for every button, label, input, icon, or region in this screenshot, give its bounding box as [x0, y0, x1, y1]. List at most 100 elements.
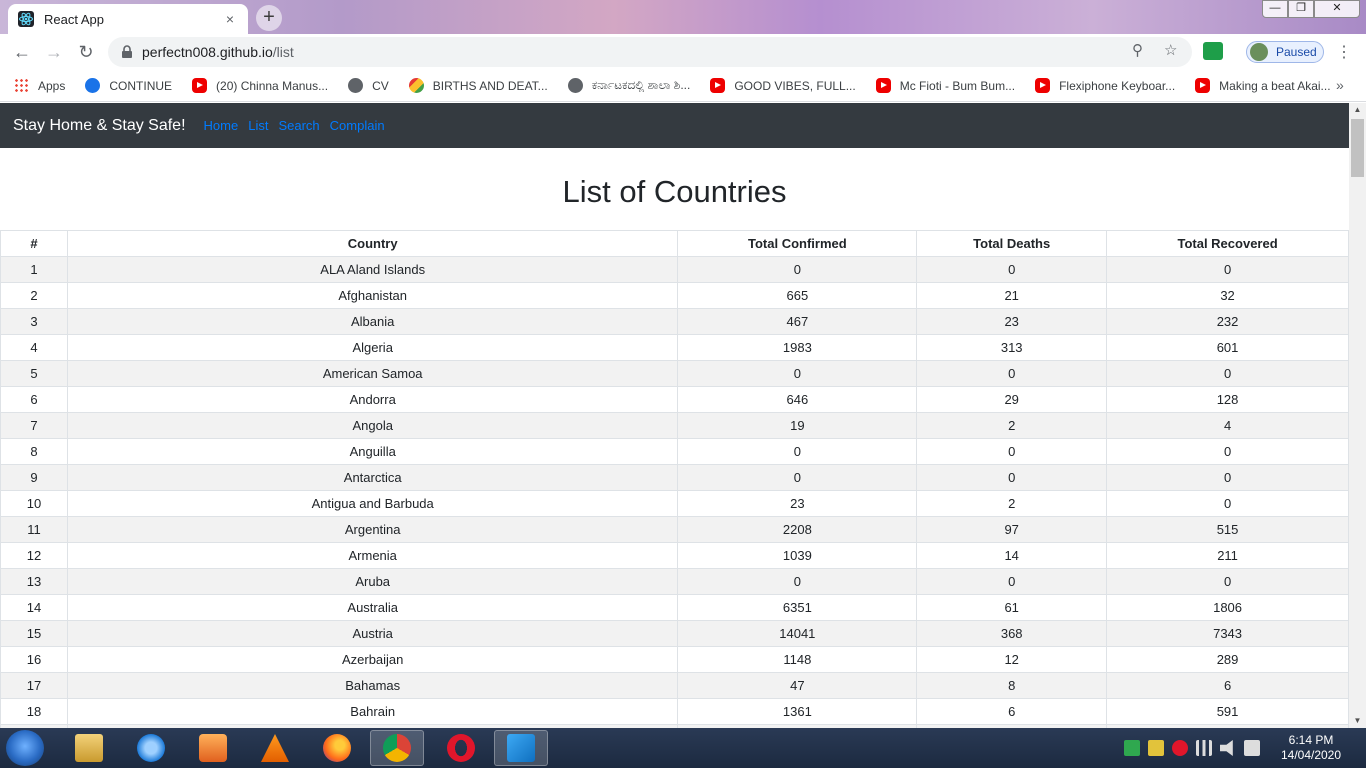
scroll-down-icon[interactable]: ▼: [1349, 714, 1366, 728]
row-index-cell: 4: [0, 334, 68, 361]
profile-button[interactable]: Paused: [1246, 41, 1324, 63]
browser-tab[interactable]: React App ×: [8, 4, 248, 34]
taskbar-app-active[interactable]: [370, 730, 424, 766]
file-explorer-icon: [75, 734, 103, 762]
start-button[interactable]: [6, 730, 44, 766]
bookmark-label: CONTINUE: [109, 78, 173, 93]
forward-arrow-icon[interactable]: →: [42, 40, 66, 64]
opera-icon: [447, 734, 475, 762]
country-name-cell: Angola: [66, 412, 679, 439]
youtube-icon: [1035, 78, 1051, 93]
react-icon: [18, 11, 34, 27]
volume-icon[interactable]: [1220, 740, 1233, 756]
bookmark-label: Mc Fioti - Bum Bum...: [899, 78, 1016, 93]
total-deaths-cell: 368: [916, 620, 1108, 647]
row-index-cell: 15: [0, 620, 68, 647]
close-tab-icon[interactable]: ×: [222, 11, 238, 27]
address-bar[interactable]: perfectn008.github.io/list: [108, 37, 1192, 67]
taskbar-app[interactable]: [186, 730, 240, 766]
action-center-icon[interactable]: [1244, 740, 1260, 756]
row-index-cell: 11: [0, 516, 68, 543]
country-name-cell: Antigua and Barbuda: [66, 490, 679, 517]
extension-icon[interactable]: [1203, 42, 1223, 60]
table-row: 7 Angola 19 2 4: [0, 412, 1349, 439]
taskbar-app[interactable]: [248, 730, 302, 766]
bookmark-item[interactable]: Flexiphone Keyboar...: [1035, 78, 1175, 93]
close-window-button[interactable]: ✕: [1314, 0, 1360, 18]
country-name-cell: Anguilla: [66, 438, 679, 465]
column-header-total-confirmed: Total Confirmed: [677, 230, 918, 257]
total-confirmed-cell: 0: [677, 256, 918, 283]
row-index-cell: 9: [0, 464, 68, 491]
bookmark-item[interactable]: Mc Fioti - Bum Bum...: [875, 78, 1016, 93]
bookmark-label: ಕರ್ನಾಟಕದಲ್ಲಿ ಶಾಲಾ ಶಿ...: [591, 78, 691, 92]
opera-tray-icon[interactable]: [1172, 740, 1188, 756]
row-index-cell: 6: [0, 386, 68, 413]
new-tab-button[interactable]: +: [256, 5, 282, 31]
network-signal-icon[interactable]: [1196, 740, 1212, 756]
back-arrow-icon[interactable]: ←: [10, 40, 34, 64]
youtube-icon: [192, 78, 208, 93]
total-deaths-cell: 6: [916, 698, 1108, 725]
bookmarks-bar: Apps CONTINUE (20) Chinna Manus... CV BI…: [0, 70, 1366, 102]
table-row: 16 Azerbaijan 1148 12 289: [0, 646, 1349, 673]
bookmark-star-icon[interactable]: ☆: [1164, 41, 1177, 59]
countries-table: # Country Total Confirmed Total Deaths T…: [0, 230, 1349, 728]
total-confirmed-cell: 0: [677, 360, 918, 387]
nav-link-list[interactable]: List: [248, 118, 268, 133]
taskbar-clock[interactable]: 6:14 PM 14/04/2020: [1276, 733, 1346, 763]
row-index-cell: 10: [0, 490, 68, 517]
minimize-window-button[interactable]: —: [1262, 0, 1288, 18]
system-tray: [1124, 740, 1268, 756]
total-deaths-cell: 21: [916, 282, 1108, 309]
bookmark-label: BIRTHS AND DEAT...: [432, 78, 548, 93]
table-row: 2 Afghanistan 665 21 32: [0, 282, 1349, 309]
bookmark-item[interactable]: (20) Chinna Manus...: [192, 78, 328, 93]
total-confirmed-cell: 6351: [677, 594, 918, 621]
more-bookmarks-icon[interactable]: »: [1336, 77, 1344, 93]
table-row: 10 Antigua and Barbuda 23 2 0: [0, 490, 1349, 517]
table-header-row: # Country Total Confirmed Total Deaths T…: [0, 230, 1349, 257]
table-row: 4 Algeria 1983 313 601: [0, 334, 1349, 361]
taskbar-app[interactable]: [434, 730, 488, 766]
reload-icon[interactable]: ↻: [74, 40, 98, 64]
taskbar-app[interactable]: [124, 730, 178, 766]
country-name-cell: Bahamas: [66, 672, 679, 699]
total-recovered-cell: 289: [1106, 646, 1349, 673]
total-confirmed-cell: 47: [677, 672, 918, 699]
internet-explorer-icon: [137, 734, 165, 762]
youtube-icon: [875, 78, 891, 93]
lock-icon: [122, 45, 132, 58]
scroll-up-icon[interactable]: ▲: [1349, 103, 1366, 117]
bookmark-item[interactable]: CV: [348, 78, 389, 93]
bookmark-item[interactable]: GOOD VIBES, FULL...: [710, 78, 856, 93]
nav-link-search[interactable]: Search: [278, 118, 319, 133]
bookmark-item[interactable]: BIRTHS AND DEAT...: [408, 78, 548, 93]
restore-window-button[interactable]: ❐: [1288, 0, 1314, 18]
table-row: 12 Armenia 1039 14 211: [0, 542, 1349, 569]
bookmark-item[interactable]: Making a beat Akai...: [1195, 78, 1331, 93]
taskbar-app[interactable]: [62, 730, 116, 766]
table-row: 1 ALA Aland Islands 0 0 0: [0, 256, 1349, 283]
page-scrollbar[interactable]: ▲ ▼: [1349, 103, 1366, 728]
bookmark-item[interactable]: ಕರ್ನಾಟಕದಲ್ಲಿ ಶಾಲಾ ಶಿ...: [567, 78, 691, 93]
bookmark-item[interactable]: CONTINUE: [85, 78, 172, 93]
bookmark-apps[interactable]: Apps: [14, 78, 65, 93]
nav-link-home[interactable]: Home: [204, 118, 239, 133]
total-deaths-cell: 23: [916, 308, 1108, 335]
nav-link-complain[interactable]: Complain: [330, 118, 385, 133]
row-index-cell: 8: [0, 438, 68, 465]
firefox-icon: [323, 734, 351, 762]
taskbar-app-active[interactable]: [494, 730, 548, 766]
total-deaths-cell: 0: [916, 464, 1108, 491]
app-brand[interactable]: Stay Home & Stay Safe!: [13, 117, 186, 135]
scrollbar-thumb[interactable]: [1351, 119, 1364, 177]
total-confirmed-cell: 1361: [677, 698, 918, 725]
url-path: /list: [272, 44, 294, 60]
browser-menu-icon[interactable]: ⋮: [1336, 42, 1352, 62]
battery-warning-icon[interactable]: [1148, 740, 1164, 756]
zoom-icon[interactable]: ⚲: [1132, 41, 1143, 59]
vlc-icon: [261, 734, 289, 762]
taskbar-app[interactable]: [310, 730, 364, 766]
tray-app-icon[interactable]: [1124, 740, 1140, 756]
